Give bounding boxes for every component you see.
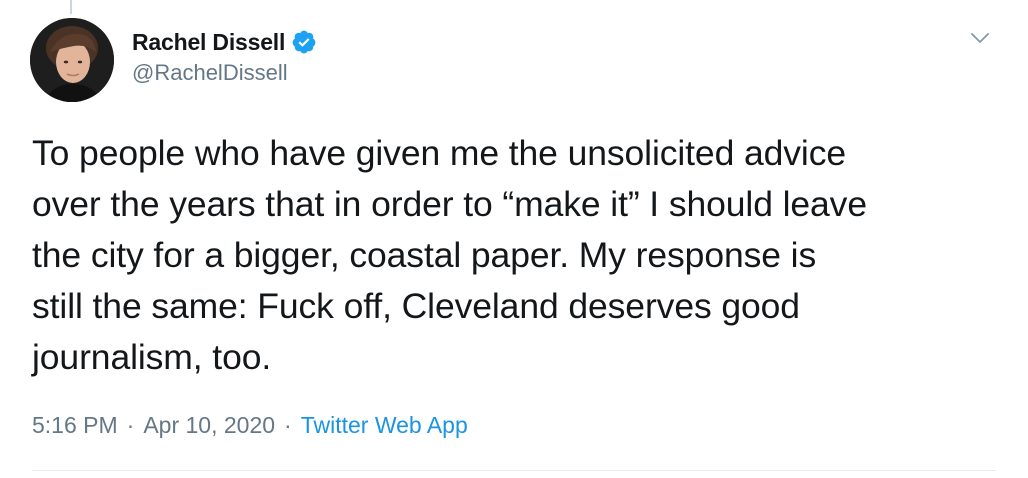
tweet-date[interactable]: Apr 10, 2020 — [143, 412, 275, 439]
verified-badge-icon — [291, 29, 317, 55]
avatar[interactable] — [30, 18, 114, 102]
display-name[interactable]: Rachel Dissell — [132, 29, 285, 56]
meta-separator: · — [126, 412, 135, 438]
tweet-time[interactable]: 5:16 PM — [32, 412, 118, 439]
meta-separator: · — [284, 412, 292, 438]
chevron-down-icon[interactable] — [968, 26, 992, 50]
tweet-source-link[interactable]: Twitter Web App — [301, 412, 468, 439]
name-row: Rachel Dissell — [132, 26, 317, 58]
tweet-header: Rachel Dissell @RachelDissell — [132, 26, 317, 86]
tweet-metadata: 5:16 PM · Apr 10, 2020 · Twitter Web App — [32, 412, 468, 439]
divider — [32, 470, 996, 471]
user-handle[interactable]: @RachelDissell — [132, 60, 317, 86]
tweet-card: Rachel Dissell @RachelDissell To people … — [0, 0, 1028, 478]
tweet-text: To people who have given me the unsolici… — [32, 133, 867, 377]
avatar-image — [30, 18, 114, 102]
thread-connector-line — [70, 0, 72, 14]
